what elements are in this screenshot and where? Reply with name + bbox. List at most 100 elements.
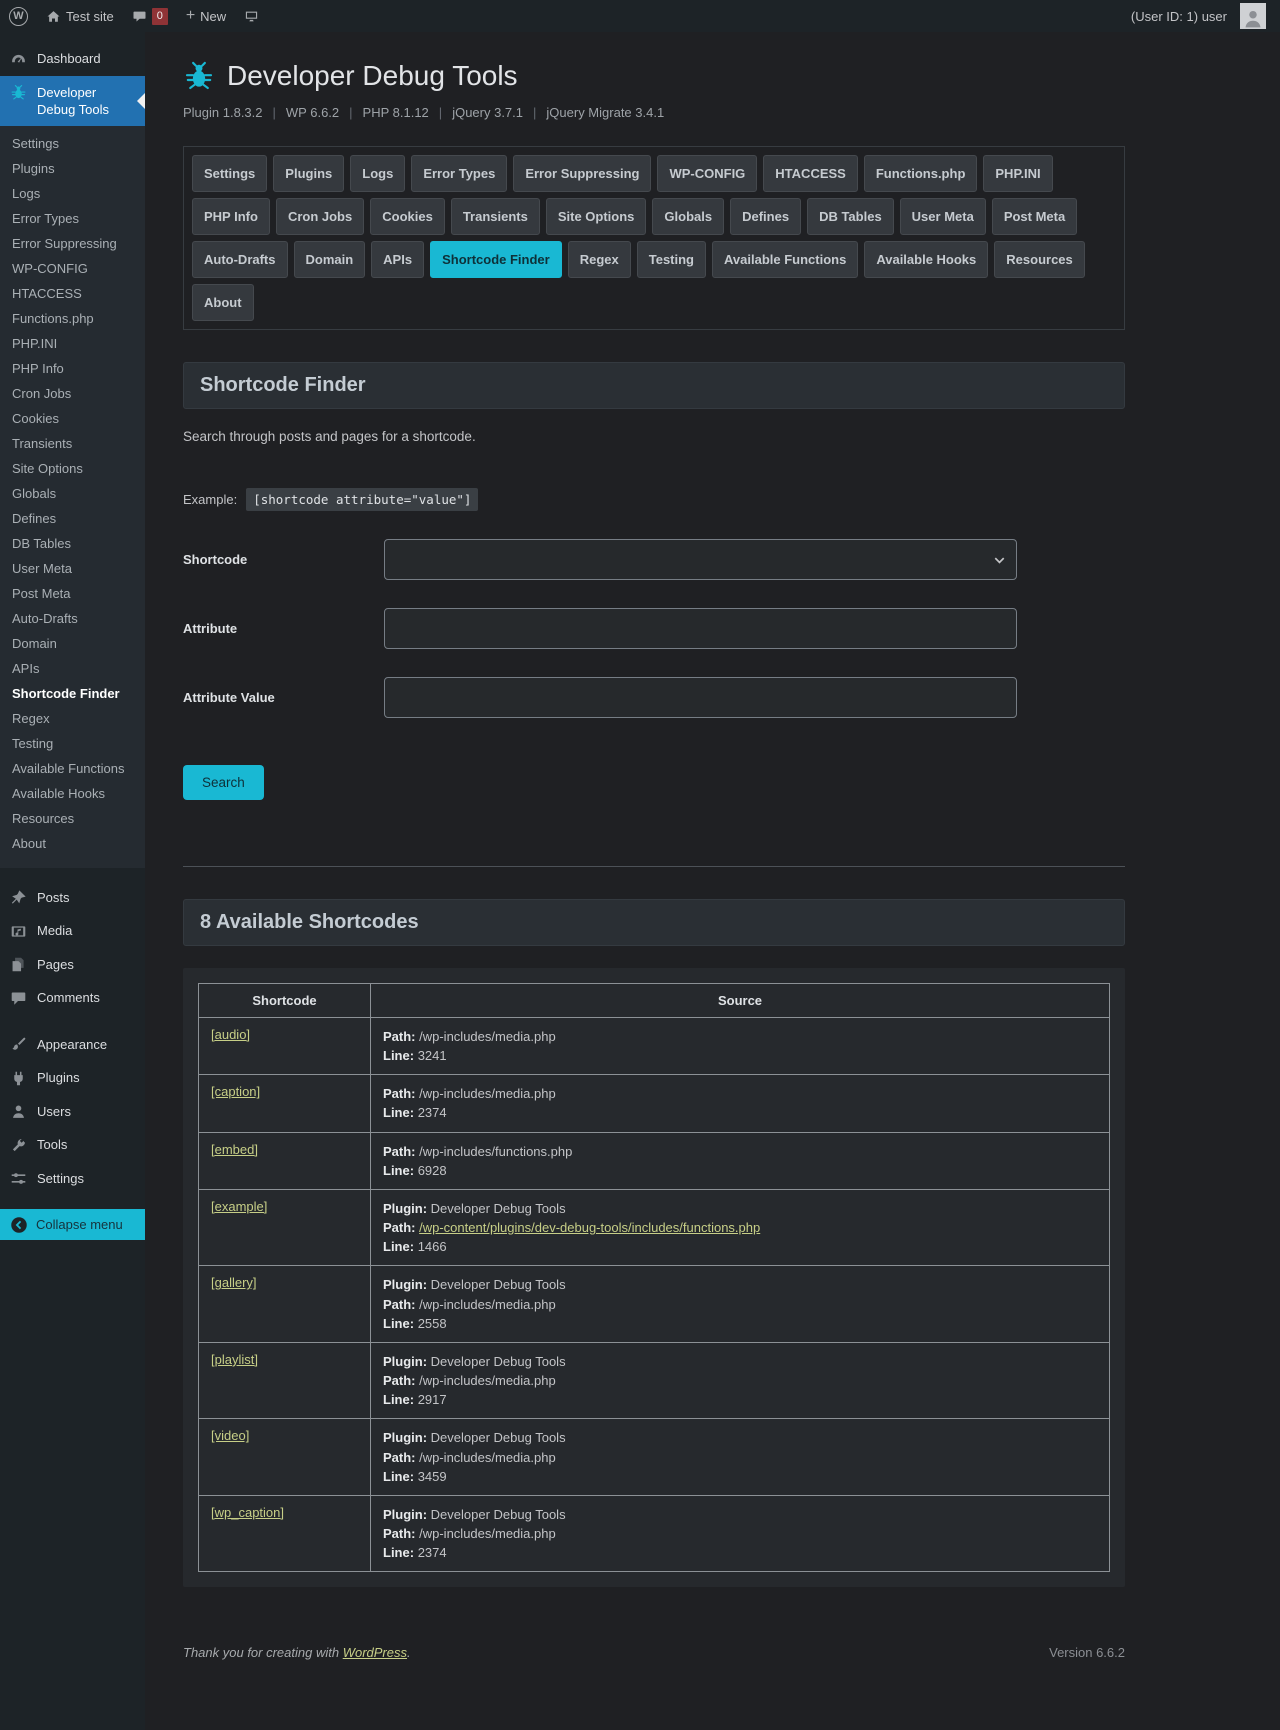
tab-shortcode-finder[interactable]: Shortcode Finder — [430, 241, 562, 278]
tab-error-types[interactable]: Error Types — [411, 155, 507, 192]
tab-php-info[interactable]: PHP Info — [192, 198, 270, 235]
tab-user-meta[interactable]: User Meta — [900, 198, 986, 235]
submenu-item-php-info[interactable]: PHP Info — [0, 356, 145, 381]
shortcode-link[interactable]: [wp_caption] — [211, 1505, 284, 1520]
tab-defines[interactable]: Defines — [730, 198, 801, 235]
comments-adminbar-button[interactable]: 0 — [123, 0, 177, 32]
submenu-item-user-meta[interactable]: User Meta — [0, 556, 145, 581]
sidebar-item-posts[interactable]: Posts — [0, 881, 145, 915]
submenu-item-defines[interactable]: Defines — [0, 506, 145, 531]
tab-domain[interactable]: Domain — [294, 241, 366, 278]
submenu-item-globals[interactable]: Globals — [0, 481, 145, 506]
sidebar-item-pages[interactable]: Pages — [0, 948, 145, 982]
source-line: Line: 3241 — [383, 1046, 1097, 1065]
tab-functions-php[interactable]: Functions.php — [864, 155, 978, 192]
tab-available-functions[interactable]: Available Functions — [712, 241, 858, 278]
submenu-item-site-options[interactable]: Site Options — [0, 456, 145, 481]
submenu-item-available-functions[interactable]: Available Functions — [0, 756, 145, 781]
collapse-menu-button[interactable]: Collapse menu — [0, 1209, 145, 1240]
submenu-item-error-suppressing[interactable]: Error Suppressing — [0, 231, 145, 256]
shortcode-link[interactable]: [playlist] — [211, 1352, 258, 1367]
shortcode-select[interactable] — [384, 539, 1017, 580]
submenu-item-db-tables[interactable]: DB Tables — [0, 531, 145, 556]
submenu-item-domain[interactable]: Domain — [0, 631, 145, 656]
tab-php-ini[interactable]: PHP.INI — [983, 155, 1052, 192]
source-line-value: 6928 — [418, 1163, 447, 1178]
new-content-button[interactable]: + New — [177, 0, 235, 32]
sidebar-item-users[interactable]: Users — [0, 1095, 145, 1129]
shortcode-link[interactable]: [embed] — [211, 1142, 258, 1157]
tab-cookies[interactable]: Cookies — [370, 198, 445, 235]
submenu-item-auto-drafts[interactable]: Auto-Drafts — [0, 606, 145, 631]
tab-settings[interactable]: Settings — [192, 155, 267, 192]
tab-about[interactable]: About — [192, 284, 254, 321]
tab-apis[interactable]: APIs — [371, 241, 424, 278]
submenu-item-wp-config[interactable]: WP-CONFIG — [0, 256, 145, 281]
submenu-item-logs[interactable]: Logs — [0, 181, 145, 206]
tab-post-meta[interactable]: Post Meta — [992, 198, 1077, 235]
tab-htaccess[interactable]: HTACCESS — [763, 155, 858, 192]
shortcode-link[interactable]: [audio] — [211, 1027, 250, 1042]
submenu-item-cron-jobs[interactable]: Cron Jobs — [0, 381, 145, 406]
meta-item: jQuery 3.7.1 — [452, 105, 523, 120]
tab-resources[interactable]: Resources — [994, 241, 1084, 278]
submenu-item-apis[interactable]: APIs — [0, 656, 145, 681]
tab-regex[interactable]: Regex — [568, 241, 631, 278]
submenu-item-transients[interactable]: Transients — [0, 431, 145, 456]
tab-auto-drafts[interactable]: Auto-Drafts — [192, 241, 288, 278]
attribute-value-input[interactable] — [384, 677, 1017, 718]
source-line-value: Developer Debug Tools — [431, 1354, 566, 1369]
shortcode-link[interactable]: [caption] — [211, 1084, 260, 1099]
tab-db-tables[interactable]: DB Tables — [807, 198, 894, 235]
tab-transients[interactable]: Transients — [451, 198, 540, 235]
tab-available-hooks[interactable]: Available Hooks — [864, 241, 988, 278]
submenu-item-shortcode-finder[interactable]: Shortcode Finder — [0, 681, 145, 706]
admin-bar: W Test site 0 + New (User ID: 1) user — [0, 0, 1280, 32]
sidebar-item-dashboard[interactable]: Dashboard — [0, 42, 145, 76]
shortcode-link[interactable]: [video] — [211, 1428, 249, 1443]
wordpress-logo-button[interactable]: W — [0, 0, 37, 32]
sidebar-item-media[interactable]: Media — [0, 914, 145, 948]
submenu-item-php-ini[interactable]: PHP.INI — [0, 331, 145, 356]
submenu-item-plugins[interactable]: Plugins — [0, 156, 145, 181]
site-name-link[interactable]: Test site — [37, 0, 123, 32]
submenu-item-functions-php[interactable]: Functions.php — [0, 306, 145, 331]
source-path-link[interactable]: /wp-content/plugins/dev-debug-tools/incl… — [419, 1220, 760, 1235]
sidebar-item-appearance[interactable]: Appearance — [0, 1028, 145, 1062]
submenu-item-available-hooks[interactable]: Available Hooks — [0, 781, 145, 806]
submenu-item-htaccess[interactable]: HTACCESS — [0, 281, 145, 306]
attribute-input[interactable] — [384, 608, 1017, 649]
submenu-item-testing[interactable]: Testing — [0, 731, 145, 756]
search-button[interactable]: Search — [183, 765, 264, 800]
sidebar-item-comments[interactable]: Comments — [0, 981, 145, 1015]
source-line: Path: /wp-includes/media.php — [383, 1027, 1097, 1046]
tab-logs[interactable]: Logs — [350, 155, 405, 192]
submenu-item-regex[interactable]: Regex — [0, 706, 145, 731]
shortcode-link[interactable]: [example] — [211, 1199, 267, 1214]
source-line: Plugin: Developer Debug Tools — [383, 1428, 1097, 1447]
sidebar-item-developer-debug-tools[interactable]: Developer Debug Tools — [0, 76, 145, 126]
tab-error-suppressing[interactable]: Error Suppressing — [513, 155, 651, 192]
tab-globals[interactable]: Globals — [652, 198, 724, 235]
tab-plugins[interactable]: Plugins — [273, 155, 344, 192]
submenu-item-settings[interactable]: Settings — [0, 131, 145, 156]
tab-wp-config[interactable]: WP-CONFIG — [657, 155, 757, 192]
tab-testing[interactable]: Testing — [637, 241, 706, 278]
shortcode-link[interactable]: [gallery] — [211, 1275, 257, 1290]
source-line-label: Line: — [383, 1316, 414, 1331]
debug-tools-adminbar-button[interactable] — [235, 0, 268, 32]
submenu-item-cookies[interactable]: Cookies — [0, 406, 145, 431]
submenu-item-about[interactable]: About — [0, 831, 145, 856]
tab-site-options[interactable]: Site Options — [546, 198, 647, 235]
wordpress-link[interactable]: WordPress — [343, 1645, 407, 1660]
tab-cron-jobs[interactable]: Cron Jobs — [276, 198, 364, 235]
sidebar-item-tools[interactable]: Tools — [0, 1128, 145, 1162]
submenu-item-error-types[interactable]: Error Types — [0, 206, 145, 231]
submenu-item-resources[interactable]: Resources — [0, 806, 145, 831]
submenu-item-post-meta[interactable]: Post Meta — [0, 581, 145, 606]
dashboard-icon — [9, 50, 28, 68]
sidebar-item-plugins[interactable]: Plugins — [0, 1061, 145, 1095]
sidebar-item-settings[interactable]: Settings — [0, 1162, 145, 1196]
user-account-menu[interactable]: (User ID: 1) user — [1122, 3, 1275, 29]
shortcodes-table: Shortcode Source [audio]Path: /wp-includ… — [198, 983, 1110, 1572]
